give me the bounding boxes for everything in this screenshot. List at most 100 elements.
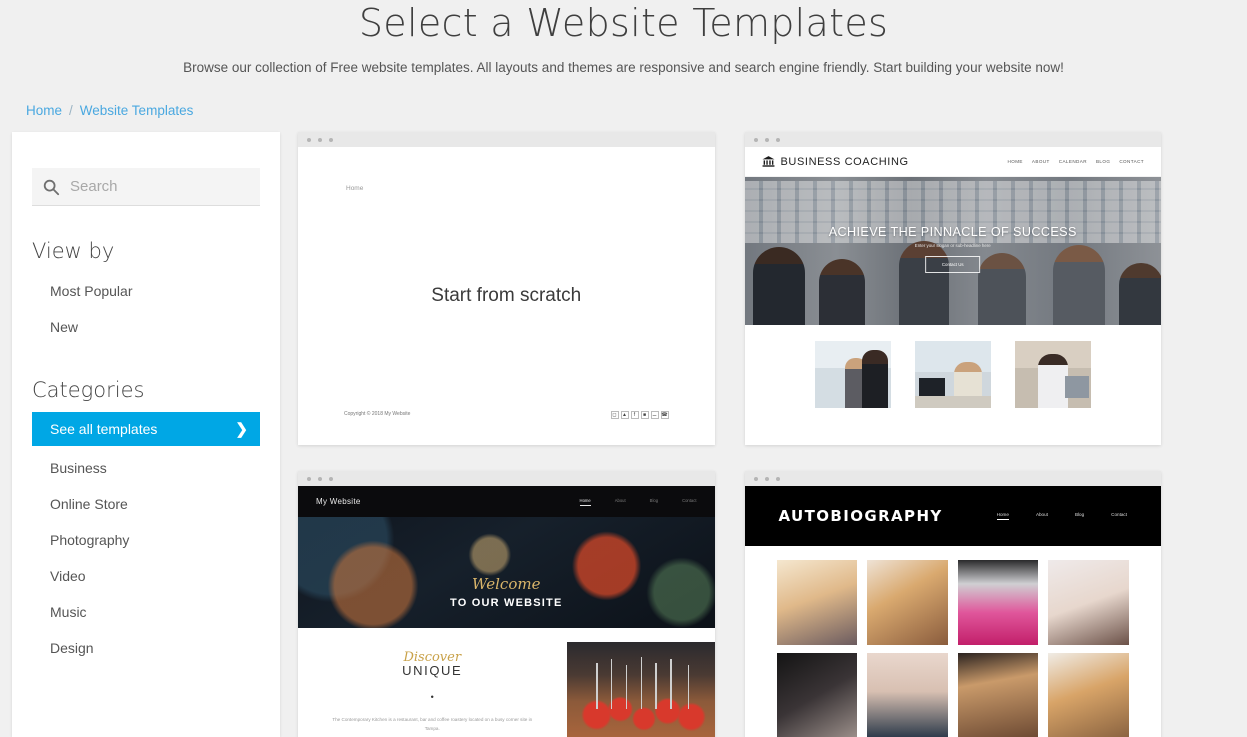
window-dot-icon bbox=[307, 137, 311, 142]
template-card-start-from-scratch[interactable]: Home Start from scratch Copyright © 2018… bbox=[298, 132, 715, 445]
window-dot-icon bbox=[307, 476, 311, 481]
gallery-photo bbox=[957, 560, 1039, 645]
photo-thumb bbox=[814, 341, 891, 408]
brand-name: My Website bbox=[316, 497, 361, 506]
window-dot-icon bbox=[764, 137, 769, 142]
nav-item-about: About bbox=[614, 497, 626, 503]
template-preview: My Website Home About Blog Contact Welco… bbox=[298, 486, 715, 737]
preview-navbar: My Website Home About Blog Contact bbox=[298, 486, 715, 517]
nav-item-contact: Contact bbox=[1111, 512, 1127, 517]
bank-icon bbox=[762, 155, 775, 168]
window-dot-icon bbox=[753, 137, 758, 142]
browser-chrome-bar bbox=[744, 132, 1161, 147]
hero-script-text: Welcome bbox=[472, 575, 541, 593]
gallery-photo bbox=[776, 653, 858, 737]
view-by-title: View by bbox=[32, 239, 115, 263]
gallery-photo bbox=[776, 560, 858, 645]
sidebar-item-online-store[interactable]: Online Store bbox=[32, 486, 260, 522]
brand-name: BUSINESS COACHING bbox=[780, 155, 909, 168]
nav-item-home: HOME bbox=[1007, 159, 1023, 164]
nav-item-blog: BLOG bbox=[1095, 159, 1111, 164]
search-box[interactable] bbox=[32, 168, 260, 206]
hero-headline: TO OUR WEBSITE bbox=[449, 597, 563, 609]
window-dot-icon bbox=[753, 476, 758, 481]
photo-gallery-grid bbox=[745, 546, 1162, 737]
phone-icon: ☎ bbox=[660, 411, 669, 419]
divider-dot-icon: • bbox=[430, 692, 434, 702]
window-dot-icon bbox=[318, 137, 322, 142]
gallery-photo bbox=[957, 653, 1039, 737]
search-icon bbox=[42, 178, 60, 196]
nav-item-home: Home bbox=[996, 512, 1009, 520]
window-dot-icon bbox=[329, 137, 333, 142]
template-grid: Home Start from scratch Copyright © 2018… bbox=[298, 132, 1233, 737]
discover-text-block: Discover UNIQUE • The Contemporary Kitch… bbox=[298, 642, 567, 737]
breadcrumb-current[interactable]: Website Templates bbox=[80, 103, 194, 118]
window-dot-icon bbox=[329, 476, 333, 481]
pinterest-icon: ▲ bbox=[620, 411, 629, 419]
window-dot-icon bbox=[318, 476, 322, 481]
categories-list: See all templates ❯ Business Online Stor… bbox=[32, 412, 260, 666]
template-card-business-coaching[interactable]: BUSINESS COACHING HOME ABOUT CALENDAR BL… bbox=[744, 132, 1161, 445]
sidebar-item-business[interactable]: Business bbox=[32, 450, 260, 486]
discover-section: Discover UNIQUE • The Contemporary Kitch… bbox=[298, 628, 715, 737]
social-icon-row: ◻ ▲ f ■ ⚊ ☎ bbox=[610, 411, 669, 419]
nav-item-about: About bbox=[1035, 512, 1048, 517]
gallery-photo bbox=[867, 560, 948, 645]
breadcrumb-home[interactable]: Home bbox=[26, 103, 62, 118]
photo-thumb bbox=[1014, 341, 1091, 408]
nav-item-about: ABOUT bbox=[1031, 159, 1050, 164]
categories-title: Categories bbox=[32, 378, 145, 402]
preview-nav-links: HOME ABOUT CALENDAR BLOG CONTACT bbox=[1008, 159, 1144, 164]
thumbnail-row bbox=[744, 325, 1161, 408]
sidebar-item-design[interactable]: Design bbox=[32, 630, 260, 666]
page-root: Select a Website Templates Browse our co… bbox=[0, 0, 1247, 737]
nav-item-blog: Blog bbox=[649, 497, 659, 503]
breadcrumb: Home / Website Templates bbox=[26, 103, 1247, 118]
gallery-photo bbox=[1048, 560, 1129, 645]
photo-thumb bbox=[914, 341, 991, 408]
nav-item-calendar: CALENDAR bbox=[1058, 159, 1087, 164]
discover-body-text: The Contemporary Kitchen is a restaurant… bbox=[332, 717, 533, 731]
browser-chrome-bar bbox=[298, 471, 715, 486]
template-preview: BUSINESS COACHING HOME ABOUT CALENDAR BL… bbox=[744, 147, 1161, 445]
template-card-restaurant[interactable]: My Website Home About Blog Contact Welco… bbox=[298, 471, 715, 737]
hero-banner: ACHIEVE THE PINNACLE OF SUCCESS Enter yo… bbox=[744, 177, 1161, 325]
nav-item-contact: CONTACT bbox=[1119, 159, 1144, 164]
food-photo bbox=[566, 642, 715, 737]
chevron-right-icon: ❯ bbox=[235, 420, 248, 438]
mail-icon: ⚊ bbox=[650, 411, 659, 419]
hero-subheadline: Enter your slogan or sub-headline here bbox=[914, 243, 991, 248]
template-card-autobiography[interactable]: AUTOBIOGRAPHY Home About Blog Contact bbox=[744, 471, 1162, 737]
window-dot-icon bbox=[775, 137, 780, 142]
nav-item-blog: Blog bbox=[1074, 512, 1085, 517]
start-from-scratch-label: Start from scratch bbox=[431, 285, 582, 306]
preview-navbar: BUSINESS COACHING HOME ABOUT CALENDAR BL… bbox=[744, 147, 1161, 177]
copyright-text: Copyright © 2018 My Website bbox=[344, 411, 411, 417]
sidebar-item-video[interactable]: Video bbox=[32, 558, 260, 594]
discover-headline: UNIQUE bbox=[402, 663, 463, 678]
page-subtitle: Browse our collection of Free website te… bbox=[183, 59, 1064, 75]
sidebar-item-most-popular[interactable]: Most Popular bbox=[32, 273, 260, 309]
template-preview: Home Start from scratch Copyright © 2018… bbox=[298, 147, 715, 445]
gallery-photo bbox=[1048, 653, 1129, 737]
search-input[interactable] bbox=[70, 178, 250, 195]
preview-footer: Copyright © 2018 My Website ◻ ▲ f ■ ⚊ ☎ bbox=[298, 411, 715, 419]
hero-contact-button: Contact Us bbox=[924, 256, 981, 273]
browser-chrome-bar bbox=[744, 471, 1161, 486]
window-dot-icon bbox=[764, 476, 769, 481]
preview-nav-links: Home About Blog Contact bbox=[996, 512, 1127, 520]
sidebar-item-music[interactable]: Music bbox=[32, 594, 260, 630]
facebook-icon: f bbox=[630, 411, 639, 419]
sidebar-item-photography[interactable]: Photography bbox=[32, 522, 260, 558]
window-dot-icon bbox=[775, 476, 780, 481]
sidebar-item-see-all-templates[interactable]: See all templates ❯ bbox=[32, 412, 260, 446]
hero-banner-food: Welcome TO OUR WEBSITE bbox=[298, 517, 715, 628]
browser-chrome-bar bbox=[298, 132, 715, 147]
sidebar: View by Most Popular New Categories See … bbox=[12, 132, 280, 737]
sidebar-item-new[interactable]: New bbox=[32, 309, 260, 345]
sidebar-item-label: See all templates bbox=[50, 421, 158, 437]
breadcrumb-separator: / bbox=[69, 102, 73, 118]
preview-nav-links: Home About Blog Contact bbox=[579, 497, 697, 506]
preview-navbar: AUTOBIOGRAPHY Home About Blog Contact bbox=[744, 486, 1161, 546]
